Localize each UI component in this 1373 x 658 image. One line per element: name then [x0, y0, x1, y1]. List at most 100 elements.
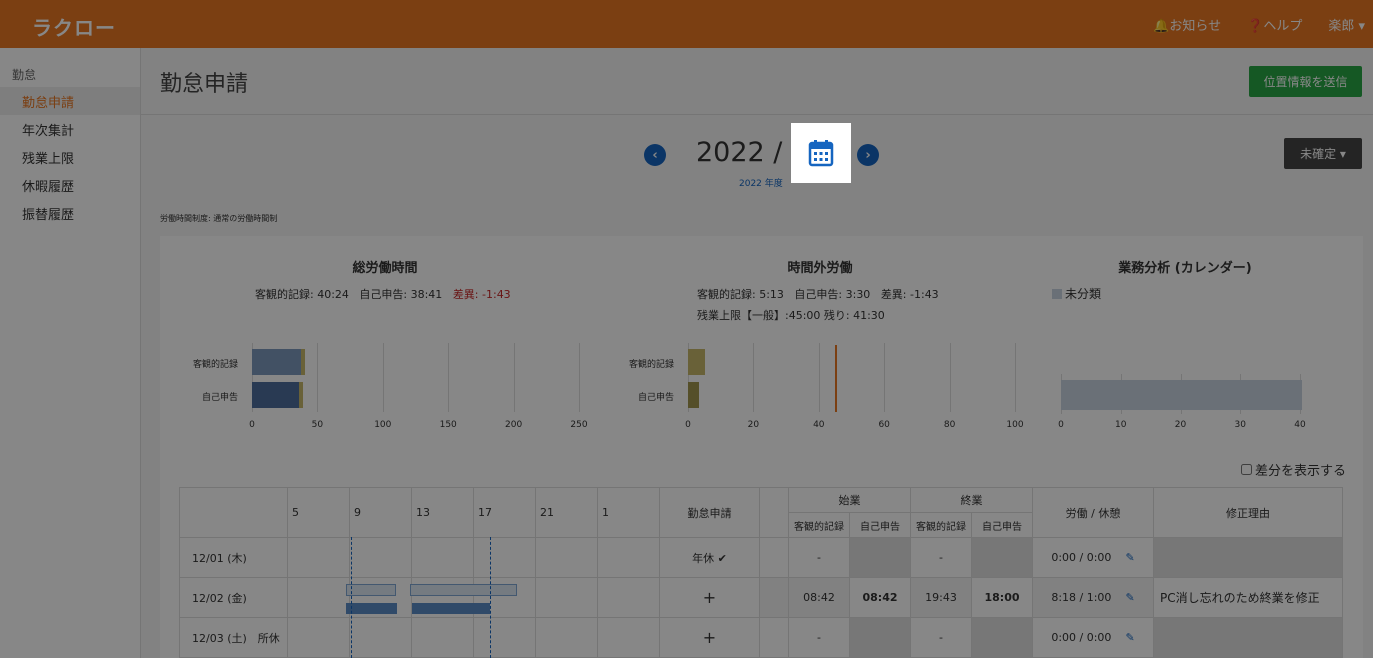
timeline-objective-afternoon — [410, 584, 517, 596]
chart-category-label: 自己申告 — [201, 393, 238, 403]
total-objective: 客観的記録: 40:24 — [255, 288, 349, 301]
end-self[interactable]: 18:00 — [971, 577, 1033, 618]
chart-gridline — [949, 343, 951, 412]
calendar-icon — [808, 140, 834, 167]
reason-cell[interactable]: PC消し忘れのため終業を修正 — [1153, 577, 1343, 618]
blank-cell — [759, 617, 789, 658]
sidebar-section-title: 勤怠 — [12, 68, 37, 82]
chart-bar-overtime — [300, 349, 305, 375]
overtime-values: 客観的記録: 5:13 自己申告: 3:30 差異: -1:43 — [697, 286, 939, 302]
total-self: 自己申告: 38:41 — [359, 288, 443, 301]
hour-header: 9 — [349, 487, 412, 538]
edit-pencil-icon[interactable]: ✎ — [1125, 591, 1134, 604]
chart-bar — [1061, 380, 1303, 410]
fiscal-year-label: 2022 年度 — [739, 179, 783, 189]
end-self-header: 自己申告 — [971, 512, 1033, 538]
start-self[interactable] — [849, 617, 911, 658]
edit-pencil-icon[interactable]: ✎ — [1125, 551, 1134, 564]
send-location-button[interactable]: 位置情報を送信 — [1249, 66, 1362, 97]
sidebar-item-substitute-history[interactable]: 振替履歴 — [0, 199, 140, 227]
reason-cell[interactable] — [1153, 617, 1343, 658]
timeline-cell — [411, 617, 474, 658]
sidebar-item-annual[interactable]: 年次集計 — [0, 115, 140, 143]
reason-header: 修正理由 — [1153, 487, 1343, 538]
app-logo[interactable]: ラクロー — [32, 12, 116, 41]
chart-tick-label: 20 — [1174, 420, 1187, 430]
start-obj-header: 客観的記録 — [788, 512, 850, 538]
attendance-table: 5 9 13 17 21 1 勤怠申請 始業 終業 労働 / 休憩 修正理由 客… — [179, 487, 1343, 658]
blank-cell — [759, 577, 789, 618]
chart-gridline — [448, 343, 450, 412]
edit-pencil-icon[interactable]: ✎ — [1125, 631, 1134, 644]
chart-tick-label: 60 — [878, 420, 890, 430]
blank-header — [759, 487, 789, 538]
start-self[interactable] — [849, 537, 911, 578]
hour-header: 17 — [473, 487, 536, 538]
prev-month-button[interactable]: ‹ — [644, 144, 666, 166]
timeline-cell — [473, 537, 536, 578]
end-obj: - — [910, 537, 972, 578]
status-dropdown[interactable]: 未確定 ▾ — [1284, 138, 1362, 169]
chart-tick-label: 200 — [505, 420, 523, 430]
start-obj: 08:42 — [788, 577, 850, 618]
timeline-self-afternoon — [412, 603, 490, 614]
chart-tick-label: 100 — [1006, 420, 1024, 430]
timeline-objective-morning — [346, 584, 396, 596]
apply-status[interactable]: 年休 ✔ — [659, 537, 760, 578]
timeline-cell — [597, 617, 660, 658]
timeline-cell — [349, 617, 412, 658]
table-row: 12/03 (土) 所休 + - - 0:00 / 0:00 ✎ — [179, 617, 1343, 658]
work-rest-value: 0:00 / 0:00 — [1051, 551, 1112, 564]
chart-category-label: 客観的記録 — [192, 360, 238, 370]
end-obj: - — [910, 617, 972, 658]
chart-tick-label: 20 — [747, 420, 760, 430]
end-self[interactable] — [971, 537, 1033, 578]
timeline-cell — [535, 617, 598, 658]
chart-tick-label: 40 — [1294, 420, 1306, 430]
chart-gridline — [1015, 343, 1016, 412]
overtime-limit-line — [835, 345, 838, 412]
chart-gridline — [317, 343, 319, 412]
overtime-limit: 残業上限【一般】:45:00 残り: 41:30 — [697, 309, 885, 322]
sidebar-item-overtime-limit[interactable]: 残業上限 — [0, 143, 140, 171]
work-rest: 0:00 / 0:00 ✎ — [1032, 537, 1154, 578]
reason-cell[interactable] — [1153, 537, 1343, 578]
chart-tick-label: 0 — [249, 420, 255, 430]
start-obj: - — [788, 617, 850, 658]
chart-tick-label: 0 — [685, 420, 691, 430]
row-date[interactable]: 12/03 (土) 所休 — [179, 617, 288, 658]
hour-header: 21 — [535, 487, 598, 538]
chart-gridline — [579, 343, 580, 412]
timeline-cell — [287, 617, 350, 658]
user-menu[interactable]: 楽郎 ▾ — [1328, 15, 1365, 34]
start-self[interactable]: 08:42 — [849, 577, 911, 618]
chart-gridline — [884, 343, 886, 412]
blank-cell — [759, 537, 789, 578]
table-row: 12/01 (木) 年休 ✔ - - 0:00 / 0:00 ✎ — [179, 537, 1343, 578]
sidebar-item-leave-history[interactable]: 休暇履歴 — [0, 171, 140, 199]
timeline-cell — [473, 617, 536, 658]
help-link[interactable]: ❓ヘルプ — [1247, 15, 1302, 34]
sidebar-item-attendance[interactable]: 勤怠申請 — [0, 87, 140, 115]
end-self[interactable] — [971, 617, 1033, 658]
analysis-legend: 未分類 — [1052, 285, 1101, 302]
chart-tick-label: 80 — [943, 420, 956, 430]
legend-swatch — [1052, 288, 1062, 299]
next-month-button[interactable]: › — [857, 144, 879, 166]
total-diff: 差異: -1:43 — [452, 288, 511, 301]
add-application-button[interactable]: + — [659, 617, 760, 658]
work-header: 労働 / 休憩 — [1032, 487, 1154, 538]
calendar-button[interactable] — [791, 123, 851, 183]
total-hours-values: 客観的記録: 40:24 自己申告: 38:41 差異: -1:43 — [255, 286, 511, 302]
chart-gridline — [513, 343, 515, 412]
notice-link[interactable]: 🔔お知らせ — [1153, 15, 1221, 34]
title-divider — [141, 114, 1373, 115]
add-application-button[interactable]: + — [659, 577, 760, 618]
chart-bar-overtime — [298, 382, 303, 408]
hour-header: 13 — [411, 487, 474, 538]
work-rest: 8:18 / 1:00 ✎ — [1032, 577, 1154, 618]
diff-checkbox[interactable] — [1241, 464, 1252, 475]
legend-label: 未分類 — [1065, 287, 1102, 301]
timeline-cell — [287, 537, 350, 578]
diff-toggle[interactable]: 差分を表示する — [1241, 460, 1346, 479]
